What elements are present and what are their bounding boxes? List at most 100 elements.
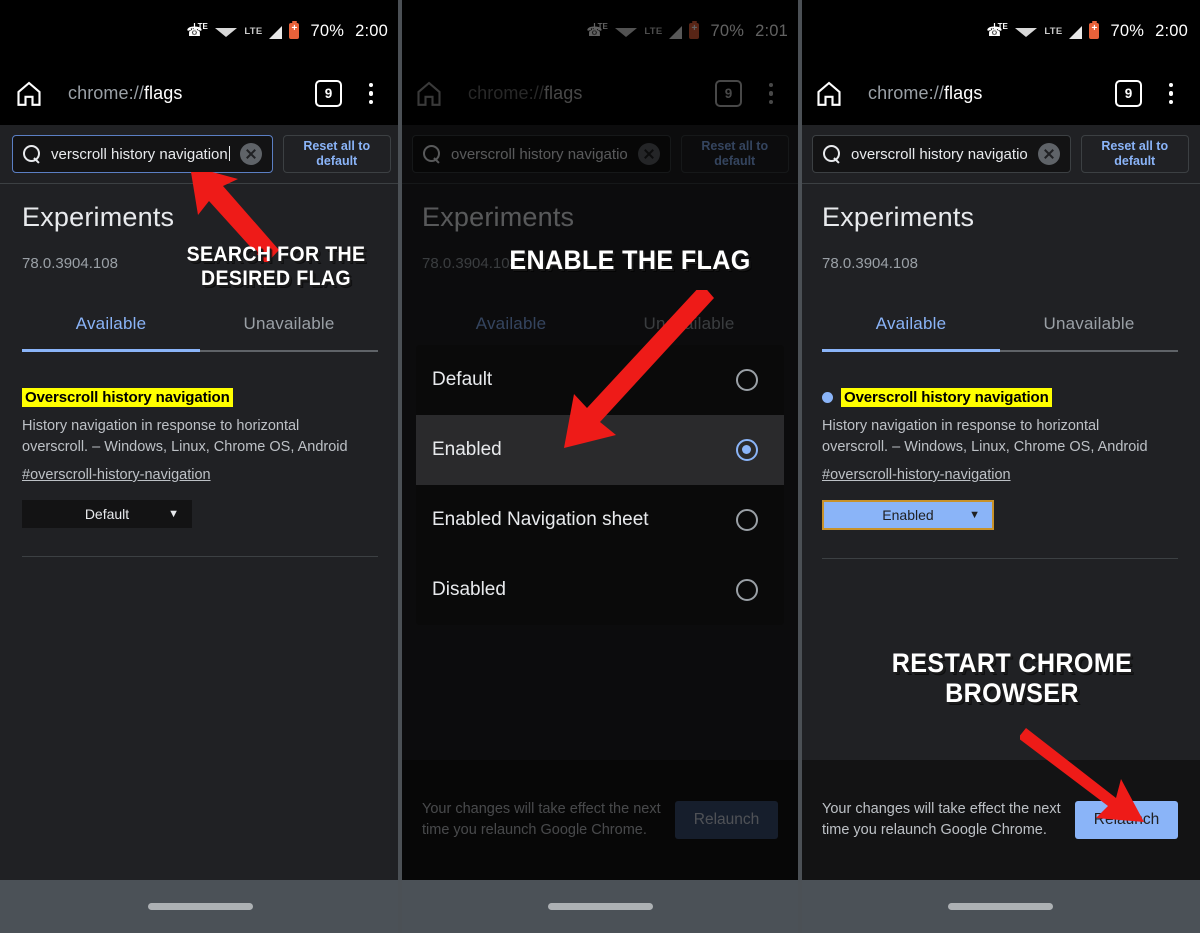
divider <box>0 183 400 184</box>
volte-call-icon: ☎ LTE <box>986 22 1008 39</box>
dialog-option-enabled-navigation-sheet[interactable]: Enabled Navigation sheet <box>416 485 784 555</box>
url-scheme: chrome:// <box>868 83 944 103</box>
flags-search-row: verscroll history navigation Reset all t… <box>0 125 400 183</box>
android-gesture-nav-bar <box>800 880 1200 933</box>
search-icon <box>23 145 41 163</box>
overflow-menu-icon[interactable] <box>1156 82 1186 105</box>
gesture-pill[interactable] <box>547 903 653 910</box>
search-icon <box>823 145 841 163</box>
search-input-value: overscroll history navigatio <box>851 145 1028 163</box>
flag-entry: Overscroll history navigation History na… <box>22 388 378 557</box>
browser-toolbar: chrome://flags 9 <box>800 62 1200 125</box>
tab-indicator <box>22 349 378 352</box>
annotation-label-restart: RESTART CHROME BROWSER <box>891 648 1133 709</box>
omnibox-url[interactable]: chrome://flags <box>868 83 1115 104</box>
tab-indicator <box>822 349 1178 352</box>
reset-all-to-default-button[interactable]: Reset all to default <box>1080 135 1189 173</box>
radio-button-selected-icon[interactable] <box>736 439 758 461</box>
battery-icon <box>1089 20 1100 39</box>
search-input[interactable]: overscroll history navigatio <box>812 135 1071 173</box>
wifi-icon <box>1015 27 1038 37</box>
flag-state-select[interactable]: Enabled ▼ <box>822 500 994 530</box>
clear-icon[interactable] <box>239 143 262 165</box>
panel-divider <box>798 0 802 933</box>
tab-available[interactable]: Available <box>22 314 200 350</box>
radio-button-icon[interactable] <box>736 369 758 391</box>
gesture-pill[interactable] <box>147 903 253 910</box>
gesture-pill[interactable] <box>947 903 1053 910</box>
home-icon[interactable] <box>14 79 44 109</box>
flags-search-row: overscroll history navigatio Reset all t… <box>800 125 1200 183</box>
option-label: Enabled <box>432 439 502 460</box>
flag-title-row: Overscroll history navigation <box>22 388 378 407</box>
network-type-label: LTE <box>244 25 263 37</box>
dialog-option-default[interactable]: Default <box>416 345 784 415</box>
tab-unavailable[interactable]: Unavailable <box>200 314 378 350</box>
modified-flag-dot-icon <box>822 392 833 403</box>
radio-button-icon[interactable] <box>736 509 758 531</box>
phone-screenshot-panel-1: ☎ LTE LTE 70% 2:00 chrome://flags 9 <box>0 0 400 933</box>
flags-tabs: Available Unavailable <box>22 314 378 350</box>
flag-title: Overscroll history navigation <box>22 388 233 407</box>
android-status-bar: ☎ LTE LTE 70% 2:00 <box>0 0 400 62</box>
annotation-label-search: SEARCH FOR THE DESIRED FLAG <box>186 243 366 290</box>
battery-icon <box>289 20 300 39</box>
screenshot-stage: ☎ LTE LTE 70% 2:00 chrome://flags 9 <box>0 0 1200 933</box>
dialog-option-disabled[interactable]: Disabled <box>416 555 784 625</box>
flag-state-dialog: Default Enabled Enabled Navigation sheet… <box>416 345 784 625</box>
signal-strength-icon <box>269 26 283 39</box>
battery-percent: 70% <box>1110 21 1145 40</box>
clear-icon[interactable] <box>1037 143 1060 165</box>
option-label: Disabled <box>432 579 506 600</box>
clock: 2:00 <box>355 21 388 40</box>
relaunch-message: Your changes will take effect the next t… <box>822 801 1061 838</box>
annotation-label-enable: ENABLE THE FLAG <box>509 245 751 275</box>
phone-screenshot-panel-2: ☎ LTE LTE 70% 2:01 chrome://flags 9 <box>400 0 800 933</box>
flag-description: History navigation in response to horizo… <box>22 418 348 455</box>
signal-strength-icon <box>1069 26 1083 39</box>
tab-unavailable[interactable]: Unavailable <box>1000 314 1178 350</box>
relaunch-button[interactable]: Relaunch <box>1075 801 1178 839</box>
chevron-down-icon: ▼ <box>969 509 980 521</box>
tab-available[interactable]: Available <box>822 314 1000 350</box>
url-host: flags <box>943 83 983 103</box>
flag-anchor-link[interactable]: #overscroll-history-navigation <box>822 467 1011 483</box>
reset-all-to-default-button[interactable]: Reset all to default <box>282 135 391 173</box>
android-gesture-nav-bar <box>400 880 800 933</box>
divider <box>800 183 1200 184</box>
flag-state-value: Default <box>84 506 130 522</box>
volte-call-icon: ☎ LTE <box>186 22 208 39</box>
tab-switcher-button[interactable]: 9 <box>315 80 342 107</box>
omnibox-url[interactable]: chrome://flags <box>68 83 315 104</box>
flag-entry: Overscroll history navigation History na… <box>822 388 1178 559</box>
battery-percent: 70% <box>310 21 345 40</box>
url-host: flags <box>143 83 183 103</box>
flag-state-select[interactable]: Default ▼ <box>22 500 192 528</box>
status-icons: ☎ LTE LTE 70% 2:00 <box>186 20 388 41</box>
tab-switcher-button[interactable]: 9 <box>1115 80 1142 107</box>
overflow-menu-icon[interactable] <box>356 82 386 105</box>
flag-anchor-link[interactable]: #overscroll-history-navigation <box>22 467 211 483</box>
panel-divider <box>398 0 402 933</box>
android-status-bar: ☎ LTE LTE 70% 2:00 <box>800 0 1200 62</box>
network-type-label: LTE <box>1044 25 1063 37</box>
phone-screenshot-panel-3: ☎ LTE LTE 70% 2:00 chrome://flags 9 <box>800 0 1200 933</box>
relaunch-bar: Your changes will take effect the next t… <box>800 760 1200 880</box>
dialog-option-enabled[interactable]: Enabled <box>416 415 784 485</box>
page-title: Experiments <box>22 202 175 232</box>
clock: 2:00 <box>1155 21 1188 40</box>
option-label: Default <box>432 369 493 390</box>
page-title: Experiments <box>822 202 975 232</box>
flag-description: History navigation in response to horizo… <box>822 418 1148 455</box>
home-icon[interactable] <box>814 79 844 109</box>
flags-tabs: Available Unavailable <box>822 314 1178 350</box>
wifi-icon <box>215 27 238 37</box>
search-input[interactable]: verscroll history navigation <box>12 135 273 173</box>
divider <box>822 558 1178 559</box>
chrome-version: 78.0.3904.108 <box>822 255 918 272</box>
flags-content: Experiments 78.0.3904.108 Available Unav… <box>800 202 1200 559</box>
divider <box>22 556 378 557</box>
browser-toolbar: chrome://flags 9 <box>0 62 400 125</box>
radio-button-icon[interactable] <box>736 579 758 601</box>
search-input-value: verscroll history navigation <box>51 145 230 163</box>
